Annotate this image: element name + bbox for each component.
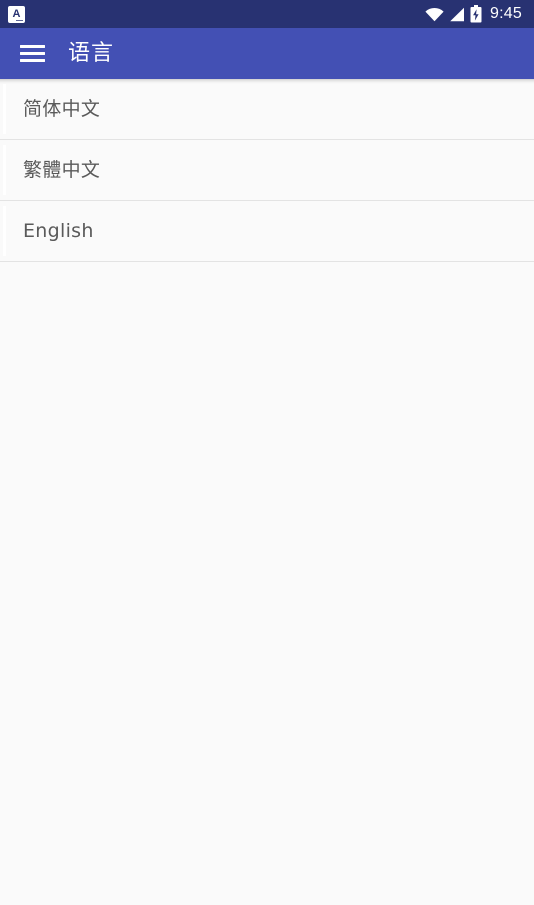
hamburger-menu-icon[interactable] — [8, 30, 56, 78]
hamburger-bar-bottom — [19, 59, 45, 62]
app-bar: 语言 — [0, 28, 534, 84]
list-item-label: English — [23, 219, 94, 242]
language-option-english[interactable]: English — [0, 201, 534, 262]
app-notification-glyph: A — [12, 7, 21, 20]
hamburger-bar-top — [19, 45, 45, 48]
status-bar-clock: 9:45 — [490, 5, 522, 22]
app-screen: A 9:45 语言 简体中文 繁體中文 English — [0, 0, 534, 905]
cellular-signal-icon — [449, 7, 465, 22]
app-notification-icon: A — [8, 5, 25, 23]
list-item-label: 简体中文 — [23, 97, 101, 120]
empty-content-area — [0, 263, 534, 905]
status-bar-left-icons: A — [8, 5, 25, 23]
page-title: 语言 — [68, 40, 115, 66]
battery-charging-icon — [470, 5, 482, 23]
language-option-traditional-chinese[interactable]: 繁體中文 — [0, 140, 534, 201]
status-bar-right-icons: 9:45 — [425, 5, 524, 23]
list-item-label: 繁體中文 — [23, 158, 101, 181]
language-list: 简体中文 繁體中文 English — [0, 79, 534, 262]
hamburger-bar-middle — [19, 52, 45, 55]
wifi-icon — [425, 7, 444, 22]
status-bar: A 9:45 — [0, 0, 534, 28]
language-option-simplified-chinese[interactable]: 简体中文 — [0, 79, 534, 140]
app-notification-underline — [16, 19, 23, 21]
